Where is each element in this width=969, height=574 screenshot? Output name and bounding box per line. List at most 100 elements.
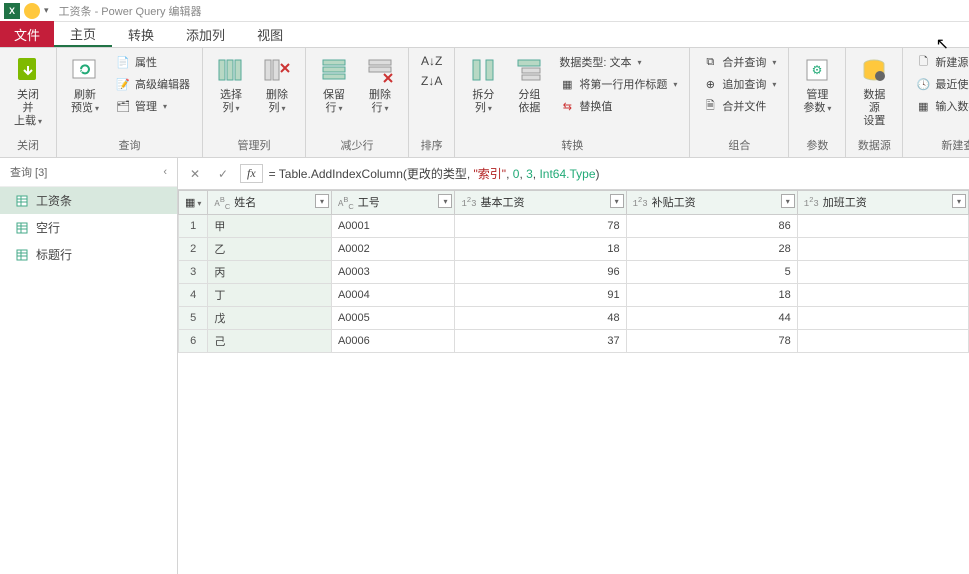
cell[interactable]: 91 [455,283,626,306]
advanced-editor-button[interactable]: 📝高级编辑器 [111,74,194,94]
row-number[interactable]: 2 [179,237,208,260]
cell[interactable]: 28 [626,237,797,260]
refresh-preview-button[interactable]: 刷新 预览▾ [65,52,105,117]
collapse-icon[interactable]: ‹ [163,166,167,178]
filter-dropdown[interactable]: ▾ [438,194,452,208]
cell[interactable]: A0006 [331,329,455,352]
dropdown-icon[interactable]: ▾ [44,5,49,16]
table-row[interactable]: 1甲A00017886 [179,214,969,237]
datatype-button[interactable]: 数据类型: 文本▾ [555,52,681,72]
cell[interactable]: A0001 [331,214,455,237]
cell[interactable]: 86 [626,214,797,237]
query-item[interactable]: 工资条 [0,187,177,214]
query-item[interactable]: 空行 [0,214,177,241]
split-column-button[interactable]: 拆分 列▾ [463,52,503,117]
close-load-icon [12,54,44,86]
row-number[interactable]: 6 [179,329,208,352]
select-all-corner[interactable]: ▦▾ [179,191,208,215]
tab-view[interactable]: 视图 [241,21,299,47]
fx-button[interactable]: fx [240,164,263,183]
cell[interactable]: 5 [626,260,797,283]
recent-sources-button[interactable]: 🕓最近使用的源▾ [911,74,969,94]
formula-text[interactable]: = Table.AddIndexColumn(更改的类型, "索引", 0, 3… [269,165,963,182]
column-header[interactable]: 123基本工资▾ [455,191,626,215]
tab-file[interactable]: 文件 [0,21,54,47]
row-number[interactable]: 4 [179,283,208,306]
data-grid[interactable]: ▦▾ABC姓名▾ABC工号▾123基本工资▾123补贴工资▾123加班工资▾ 1… [178,190,969,574]
table-row[interactable]: 5戊A00054844 [179,306,969,329]
tab-transform[interactable]: 转换 [112,21,170,47]
cell[interactable]: 37 [455,329,626,352]
append-icon: ⊕ [702,76,718,92]
filter-dropdown[interactable]: ▾ [952,194,966,208]
column-header[interactable]: 123加班工资▾ [797,191,968,215]
sort-desc-button[interactable]: Z↓A [417,72,446,90]
cancel-formula-button[interactable]: ✕ [184,163,206,185]
keep-rows-button[interactable]: 保留 行▾ [314,52,354,117]
close-load-button[interactable]: 关闭并 上载▾ [8,52,48,130]
datasource-settings-button[interactable]: 数据源 设置 [854,52,894,130]
filter-dropdown[interactable]: ▾ [610,194,624,208]
cell[interactable]: 丙 [208,260,332,283]
cell[interactable]: 甲 [208,214,332,237]
manage-icon: 🗂 [115,98,131,114]
sort-asc-button[interactable]: A↓Z [417,52,446,70]
cell[interactable]: 己 [208,329,332,352]
merge-queries-button[interactable]: ⧉合并查询▾ [698,52,780,72]
remove-rows-button[interactable]: 删除 行▾ [360,52,400,117]
cell[interactable]: 44 [626,306,797,329]
cell[interactable]: 丁 [208,283,332,306]
table-row[interactable]: 3丙A0003965 [179,260,969,283]
cell[interactable] [797,329,968,352]
cell[interactable]: A0005 [331,306,455,329]
table-row[interactable]: 2乙A00021828 [179,237,969,260]
cell[interactable]: 乙 [208,237,332,260]
choose-columns-button[interactable]: 选择 列▾ [211,52,251,117]
column-header[interactable]: ABC姓名▾ [208,191,332,215]
manage-button[interactable]: 🗂管理▾ [111,96,194,116]
type-icon: ABC [214,199,230,209]
cell[interactable] [797,260,968,283]
manage-parameters-button[interactable]: ⚙ 管理 参数▾ [797,52,837,117]
ds-icon [858,54,890,86]
row-number[interactable]: 3 [179,260,208,283]
query-item[interactable]: 标题行 [0,241,177,268]
table-icon [16,249,28,261]
group-by-button[interactable]: 分组 依据 [509,52,549,117]
properties-icon: 📄 [115,54,131,70]
cell[interactable]: A0002 [331,237,455,260]
filter-dropdown[interactable]: ▾ [781,194,795,208]
filter-dropdown[interactable]: ▾ [315,194,329,208]
cell[interactable]: A0004 [331,283,455,306]
cell[interactable]: 18 [626,283,797,306]
cell[interactable] [797,283,968,306]
cell[interactable]: A0003 [331,260,455,283]
keep-rows-icon [318,54,350,86]
cell[interactable] [797,237,968,260]
tab-addcolumn[interactable]: 添加列 [170,21,241,47]
enter-data-button[interactable]: ▦输入数据 [911,96,969,116]
row-number[interactable]: 1 [179,214,208,237]
new-source-button[interactable]: 🗋新建源▾ [911,52,969,72]
combine-files-button[interactable]: 🗎合并文件 [698,96,780,116]
table-row[interactable]: 6己A00063778 [179,329,969,352]
replace-values-button[interactable]: ⇆替换值 [555,96,681,116]
first-row-header-button[interactable]: ▦将第一行用作标题▾ [555,74,681,94]
column-header[interactable]: 123补贴工资▾ [626,191,797,215]
table-row[interactable]: 4丁A00049118 [179,283,969,306]
cell[interactable]: 18 [455,237,626,260]
row-number[interactable]: 5 [179,306,208,329]
cell[interactable]: 戊 [208,306,332,329]
confirm-formula-button[interactable]: ✓ [212,163,234,185]
cell[interactable]: 78 [455,214,626,237]
cell[interactable]: 78 [626,329,797,352]
cell[interactable]: 96 [455,260,626,283]
append-queries-button[interactable]: ⊕追加查询▾ [698,74,780,94]
properties-button[interactable]: 📄属性 [111,52,194,72]
cell[interactable] [797,306,968,329]
remove-columns-button[interactable]: 删除 列▾ [257,52,297,117]
cell[interactable]: 48 [455,306,626,329]
cell[interactable] [797,214,968,237]
tab-home[interactable]: 主页 [54,21,112,47]
column-header[interactable]: ABC工号▾ [331,191,455,215]
